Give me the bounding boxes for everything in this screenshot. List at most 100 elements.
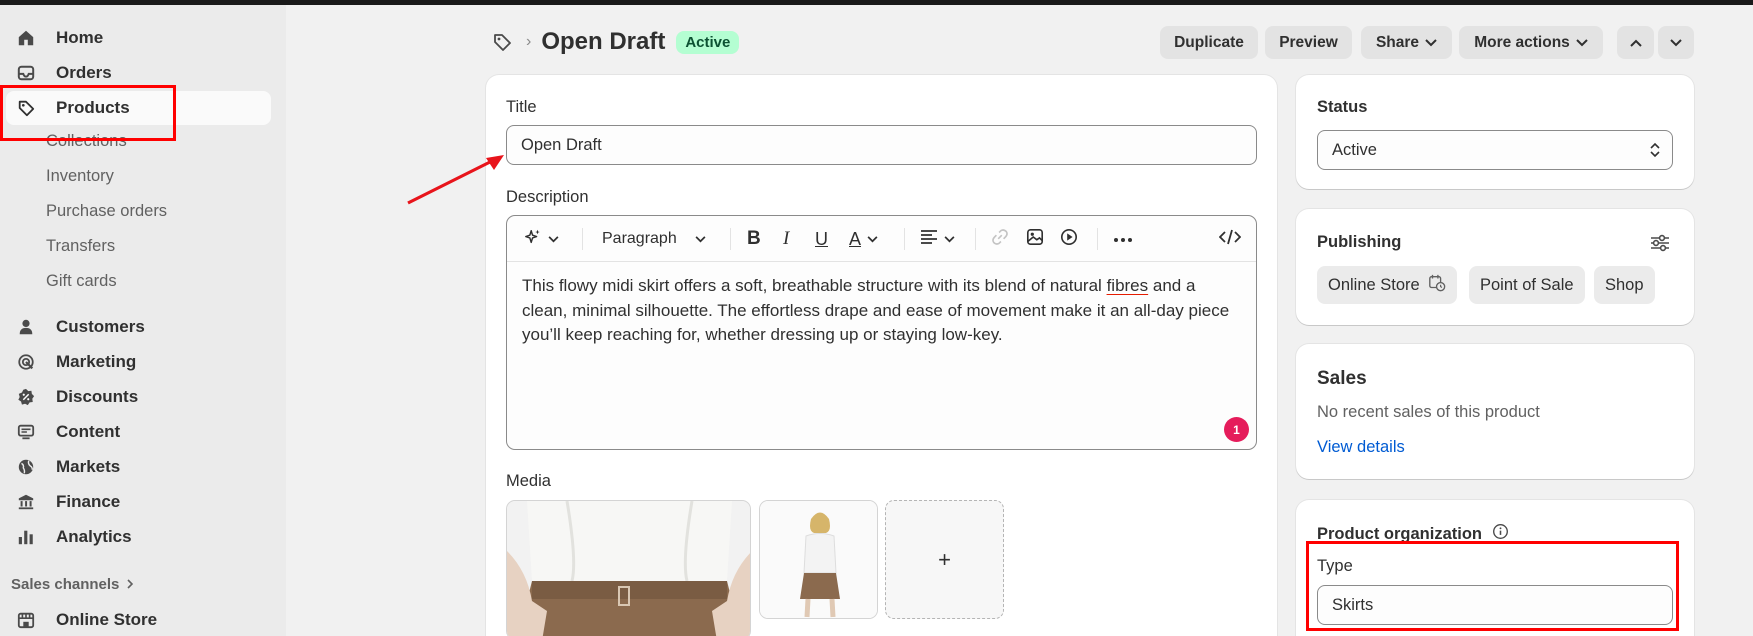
show-html-button[interactable] [1218, 228, 1242, 250]
media-label: Media [506, 472, 551, 490]
sidebar-item-label: Online Store [56, 610, 158, 629]
type-input-value: Skirts [1332, 595, 1374, 614]
insert-video-button[interactable] [1060, 228, 1078, 250]
chevron-right-icon: › [526, 33, 532, 50]
preview-button[interactable]: Preview [1265, 26, 1352, 59]
paragraph-select[interactable]: Paragraph [602, 228, 706, 250]
tag-icon [16, 98, 36, 118]
title-input-value: Open Draft [521, 135, 602, 154]
sidebar-item-label: Orders [56, 63, 112, 82]
misspelled-word: fibres [1106, 276, 1149, 295]
image-icon [1026, 228, 1044, 251]
page-header: › Open Draft Active [492, 25, 740, 59]
more-actions-button[interactable]: More actions [1459, 26, 1603, 59]
sidebar-item-marketing[interactable]: Marketing [6, 345, 271, 379]
chevron-right-icon [125, 576, 135, 593]
chevron-down-icon [944, 230, 955, 248]
sidebar-item-content[interactable]: Content [6, 415, 271, 449]
globe-icon [16, 457, 36, 477]
description-editor[interactable]: Paragraph B I U A This flowy midi skirt … [506, 215, 1257, 450]
channel-chip-point-of-sale[interactable]: Point of Sale [1469, 266, 1585, 304]
sidebar: Home Orders Products Collections Invento… [0, 5, 286, 636]
sidebar-item-home[interactable]: Home [6, 21, 271, 55]
tag-icon[interactable] [492, 31, 514, 53]
share-button[interactable]: Share [1361, 26, 1452, 59]
title-label: Title [506, 98, 537, 116]
sidebar-item-products[interactable]: Products [6, 91, 271, 125]
sidebar-item-markets[interactable]: Markets [6, 450, 271, 484]
sidebar-item-label: Markets [56, 457, 121, 476]
play-circle-icon [1060, 228, 1078, 251]
sales-empty-text: No recent sales of this product [1317, 403, 1540, 421]
duplicate-button[interactable]: Duplicate [1160, 26, 1258, 59]
bold-button[interactable]: B [747, 228, 761, 250]
add-media-button[interactable]: + [885, 500, 1004, 619]
discount-icon [16, 387, 36, 407]
more-formatting-button[interactable] [1113, 228, 1133, 250]
chevron-down-icon [867, 230, 878, 248]
insert-link-button[interactable] [991, 228, 1009, 250]
ai-magic-button[interactable] [524, 228, 559, 250]
channel-chip-label: Point of Sale [1480, 275, 1574, 294]
sales-channels-heading[interactable]: Sales channels [11, 576, 135, 593]
align-button[interactable] [920, 228, 955, 250]
toolbar-divider [904, 228, 905, 250]
sliders-icon[interactable] [1650, 234, 1670, 257]
sidebar-subitem-transfers[interactable]: Transfers [46, 237, 115, 256]
status-badge: Active [676, 30, 740, 54]
sidebar-subitem-gift-cards[interactable]: Gift cards [46, 272, 117, 291]
plus-icon: + [938, 546, 951, 572]
title-input[interactable]: Open Draft [506, 125, 1257, 165]
italic-icon: I [783, 228, 790, 249]
ellipsis-icon [1113, 230, 1133, 248]
sidebar-subitem-purchase-orders[interactable]: Purchase orders [46, 202, 167, 221]
sidebar-item-customers[interactable]: Customers [6, 310, 271, 344]
chevron-up-icon [1629, 34, 1642, 52]
sidebar-item-label: Home [56, 28, 104, 47]
insert-image-button[interactable] [1026, 228, 1044, 250]
product-organization-header: Product organization [1317, 523, 1509, 545]
next-product-button[interactable] [1658, 26, 1694, 59]
view-details-link[interactable]: View details [1317, 438, 1405, 457]
sidebar-item-finance[interactable]: Finance [6, 485, 271, 519]
product-organization-title: Product organization [1317, 524, 1482, 543]
type-label: Type [1317, 557, 1353, 575]
content-icon [16, 422, 36, 442]
sidebar-item-orders[interactable]: Orders [6, 56, 271, 90]
skirt-photo-closeup [507, 501, 750, 636]
italic-button[interactable]: I [783, 228, 789, 250]
sidebar-item-discounts[interactable]: Discounts [6, 380, 271, 414]
sidebar-item-label: Analytics [56, 527, 132, 546]
chevron-down-icon [1670, 34, 1682, 52]
text-color-button[interactable]: A [849, 228, 878, 250]
sidebar-subitem-inventory[interactable]: Inventory [46, 167, 114, 186]
sidebar-item-label: Products [56, 98, 130, 117]
person-icon [16, 317, 36, 337]
type-input[interactable]: Skirts [1317, 585, 1673, 625]
status-select[interactable]: Active [1317, 130, 1673, 170]
previous-product-button[interactable] [1617, 26, 1654, 59]
duplicate-label: Duplicate [1174, 33, 1244, 51]
media-image-primary[interactable] [506, 500, 751, 636]
sidebar-item-online-store[interactable]: Online Store [6, 603, 271, 636]
chevron-down-icon [695, 230, 706, 248]
description-text[interactable]: This flowy midi skirt offers a soft, bre… [522, 274, 1242, 348]
sidebar-item-label: Customers [56, 317, 145, 336]
info-icon[interactable] [1492, 523, 1509, 545]
notification-badge[interactable]: 1 [1224, 417, 1249, 442]
store-icon [16, 610, 36, 630]
sidebar-subitem-collections[interactable]: Collections [46, 132, 127, 151]
channel-chip-label: Online Store [1328, 275, 1420, 294]
status-title: Status [1317, 98, 1368, 116]
underline-button[interactable]: U [815, 228, 828, 250]
channel-chip-shop[interactable]: Shop [1594, 266, 1655, 304]
channel-chip-label: Shop [1605, 275, 1644, 294]
sparkle-icon [524, 228, 542, 251]
calendar-clock-icon [1428, 274, 1446, 297]
underline-icon: U [815, 228, 828, 249]
sidebar-item-analytics[interactable]: Analytics [6, 520, 271, 554]
media-image-secondary[interactable] [759, 500, 878, 619]
sidebar-item-label: Finance [56, 492, 121, 511]
channel-chip-online-store[interactable]: Online Store [1317, 266, 1457, 304]
paragraph-select-value: Paragraph [602, 230, 677, 247]
